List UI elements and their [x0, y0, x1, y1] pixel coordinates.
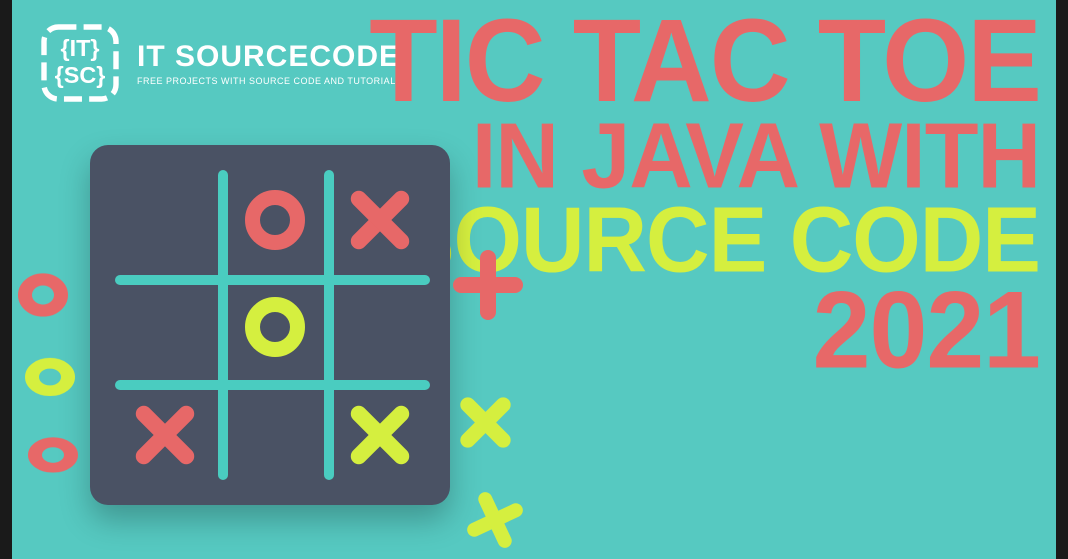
frame-gutter-left: [0, 0, 12, 559]
o-piece-icon: [245, 297, 305, 357]
svg-text:{IT}: {IT}: [61, 35, 100, 61]
plus-piece-icon: [458, 255, 518, 315]
brand-logo: {IT} {SC} IT SOURCECODE FREE PROJECTS WI…: [35, 18, 402, 108]
o-piece-icon: [25, 358, 75, 396]
brand-text: IT SOURCECODE FREE PROJECTS WITH SOURCE …: [137, 40, 402, 86]
frame-gutter-right: [1056, 0, 1068, 559]
o-piece-icon: [18, 273, 68, 316]
board-cell: [330, 277, 430, 377]
headline-line1: TIC TAC TOE: [369, 5, 1040, 117]
board-cell: [330, 170, 430, 270]
svg-text:{SC}: {SC}: [55, 62, 106, 88]
x-piece-icon: [135, 405, 195, 465]
board-cell: [115, 170, 215, 270]
brand-name: IT SOURCECODE: [137, 40, 402, 74]
brand-tagline: FREE PROJECTS WITH SOURCE CODE AND TUTOR…: [137, 76, 402, 86]
x-piece-icon: [350, 405, 410, 465]
headline-block: TIC TAC TOE IN JAVA WITH SOURCE CODE 202…: [369, 8, 1040, 380]
brand-icon: {IT} {SC}: [35, 18, 125, 108]
board-cell: [330, 385, 430, 485]
o-piece-icon: [28, 437, 78, 472]
board-cell: [225, 385, 325, 485]
o-piece-icon: [245, 190, 305, 250]
x-piece-icon: [458, 395, 513, 450]
board-cell: [225, 277, 325, 377]
board-cell: [225, 170, 325, 270]
x-piece-icon: [463, 488, 527, 552]
tic-tac-toe-board: [90, 145, 450, 505]
board-cell: [115, 385, 215, 485]
x-piece-icon: [350, 190, 410, 250]
board-cell: [115, 277, 215, 377]
